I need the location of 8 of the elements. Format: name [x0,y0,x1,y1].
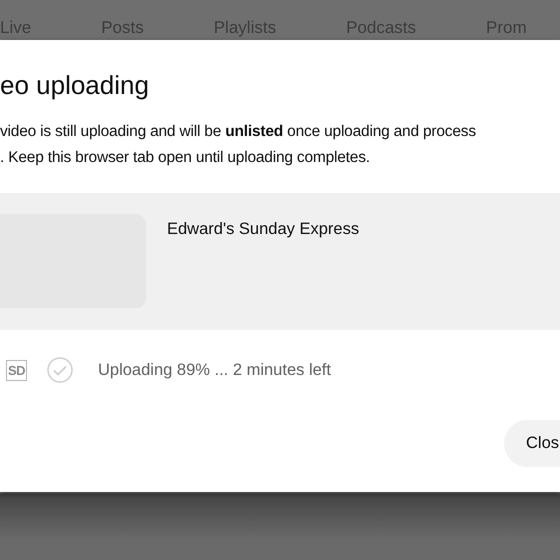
dialog-message: . Keep this browser tab open until uploading completes. [0,149,371,167]
dialog-title: eo uploading [0,70,150,101]
close-button[interactable]: Clos [504,420,560,467]
check-circle-icon [47,357,73,383]
sd-quality-icon: SD [6,360,27,380]
video-title: Edward's Sunday Express [167,220,360,239]
upload-status: Uploading 89% ... 2 minutes left [98,360,331,380]
dialog-message: video is still uploading and will be unlisted once uploading and process [0,123,477,141]
